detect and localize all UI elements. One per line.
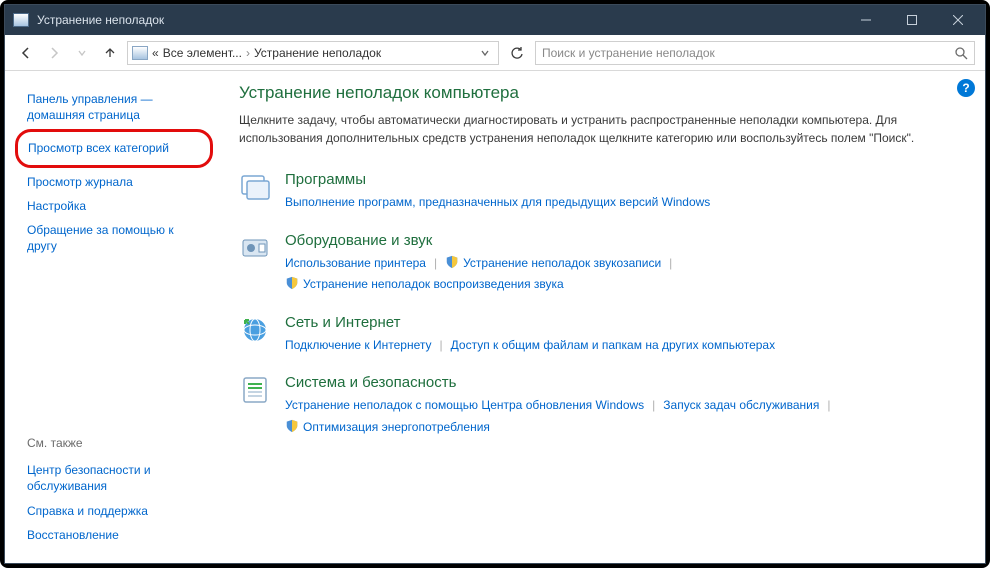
content-body: Панель управления — домашняя страница Пр… (5, 71, 985, 563)
sidebar: Панель управления — домашняя страница Пр… (5, 71, 215, 563)
link-separator: | (669, 253, 672, 275)
category-links: Выполнение программ, предназначенных для… (285, 192, 951, 214)
troubleshoot-window: Устранение неполадок « Все элемент... › … (4, 4, 986, 564)
link-separator: | (434, 253, 437, 275)
chevron-right-icon[interactable]: › (246, 46, 250, 60)
troubleshooter-link[interactable]: Подключение к Интернету (285, 335, 432, 357)
search-icon[interactable] (954, 46, 968, 60)
link-separator: | (652, 395, 655, 417)
programs-icon (239, 171, 271, 203)
category-network: Сеть и Интернет Подключение к Интернету | Д… (239, 314, 951, 357)
minimize-button[interactable] (843, 5, 889, 35)
system-icon (239, 374, 271, 406)
link-separator: | (827, 395, 830, 417)
breadcrumb-prefix: « (152, 46, 159, 60)
troubleshooter-link[interactable]: Выполнение программ, предназначенных для… (285, 192, 710, 214)
up-button[interactable] (99, 42, 121, 64)
seealso-security-center[interactable]: Центр безопасности и обслуживания (27, 458, 203, 498)
network-icon (239, 314, 271, 346)
help-button[interactable]: ? (957, 79, 975, 97)
troubleshooter-link[interactable]: Запуск задач обслуживания (663, 395, 819, 417)
troubleshooter-link[interactable]: Устранение неполадок с помощью Центра об… (285, 395, 644, 417)
shield-icon (285, 276, 299, 290)
search-box[interactable] (535, 41, 975, 65)
shield-icon (285, 419, 299, 433)
category-links: Устранение неполадок с помощью Центра об… (285, 395, 951, 438)
seealso-recovery[interactable]: Восстановление (27, 523, 203, 547)
sidebar-view-all[interactable]: Просмотр всех категорий (28, 136, 200, 160)
location-icon (132, 46, 148, 60)
window-title: Устранение неполадок (37, 13, 843, 27)
navbar: « Все элемент... › Устранение неполадок (5, 35, 985, 71)
category-title[interactable]: Программы (285, 171, 951, 188)
troubleshooter-link[interactable]: Устранение неполадок звукозаписи (445, 253, 661, 275)
link-separator: | (440, 335, 443, 357)
main-panel: ? Устранение неполадок компьютера Щелкни… (215, 71, 985, 563)
sidebar-home[interactable]: Панель управления — домашняя страница (27, 87, 203, 127)
seealso-help[interactable]: Справка и поддержка (27, 499, 203, 523)
sidebar-remote-help[interactable]: Обращение за помощью к другу (27, 218, 203, 258)
shield-icon (445, 255, 459, 269)
troubleshooter-link[interactable]: Использование принтера (285, 253, 426, 275)
category-title[interactable]: Система и безопасность (285, 374, 951, 391)
recent-dropdown[interactable] (71, 42, 93, 64)
category-programs: Программы Выполнение программ, предназнач… (239, 171, 951, 214)
category-system: Система и безопасность Устранение неполад… (239, 374, 951, 438)
hardware-icon (239, 232, 271, 264)
troubleshooter-link[interactable]: Доступ к общим файлам и папкам на других… (451, 335, 775, 357)
breadcrumb-current[interactable]: Устранение неполадок (254, 46, 381, 60)
troubleshooter-link[interactable]: Устранение неполадок воспроизведения зву… (285, 274, 564, 296)
page-title: Устранение неполадок компьютера (239, 83, 951, 103)
forward-button[interactable] (43, 42, 65, 64)
app-icon (13, 13, 29, 27)
category-title[interactable]: Сеть и Интернет (285, 314, 951, 331)
breadcrumb-dropdown[interactable] (476, 48, 494, 58)
refresh-button[interactable] (505, 41, 529, 65)
breadcrumb-parent[interactable]: Все элемент... (163, 46, 242, 60)
sidebar-history[interactable]: Просмотр журнала (27, 170, 203, 194)
breadcrumb[interactable]: « Все элемент... › Устранение неполадок (127, 41, 499, 65)
troubleshooter-link[interactable]: Оптимизация энергопотребления (285, 417, 490, 439)
titlebar: Устранение неполадок (5, 5, 985, 35)
category-links: Использование принтера|Устранение непола… (285, 253, 951, 296)
category-links: Подключение к Интернету | Доступ к общим ф… (285, 335, 951, 357)
category-title[interactable]: Оборудование и звук (285, 232, 951, 249)
back-button[interactable] (15, 42, 37, 64)
seealso-heading: См. также (27, 432, 203, 458)
search-input[interactable] (542, 46, 954, 60)
maximize-button[interactable] (889, 5, 935, 35)
close-button[interactable] (935, 5, 981, 35)
page-description: Щелкните задачу, чтобы автоматически диа… (239, 111, 939, 147)
category-hardware: Оборудование и звук Использование принтер… (239, 232, 951, 296)
annotation-highlight: Просмотр всех категорий (15, 129, 213, 167)
sidebar-settings[interactable]: Настройка (27, 194, 203, 218)
